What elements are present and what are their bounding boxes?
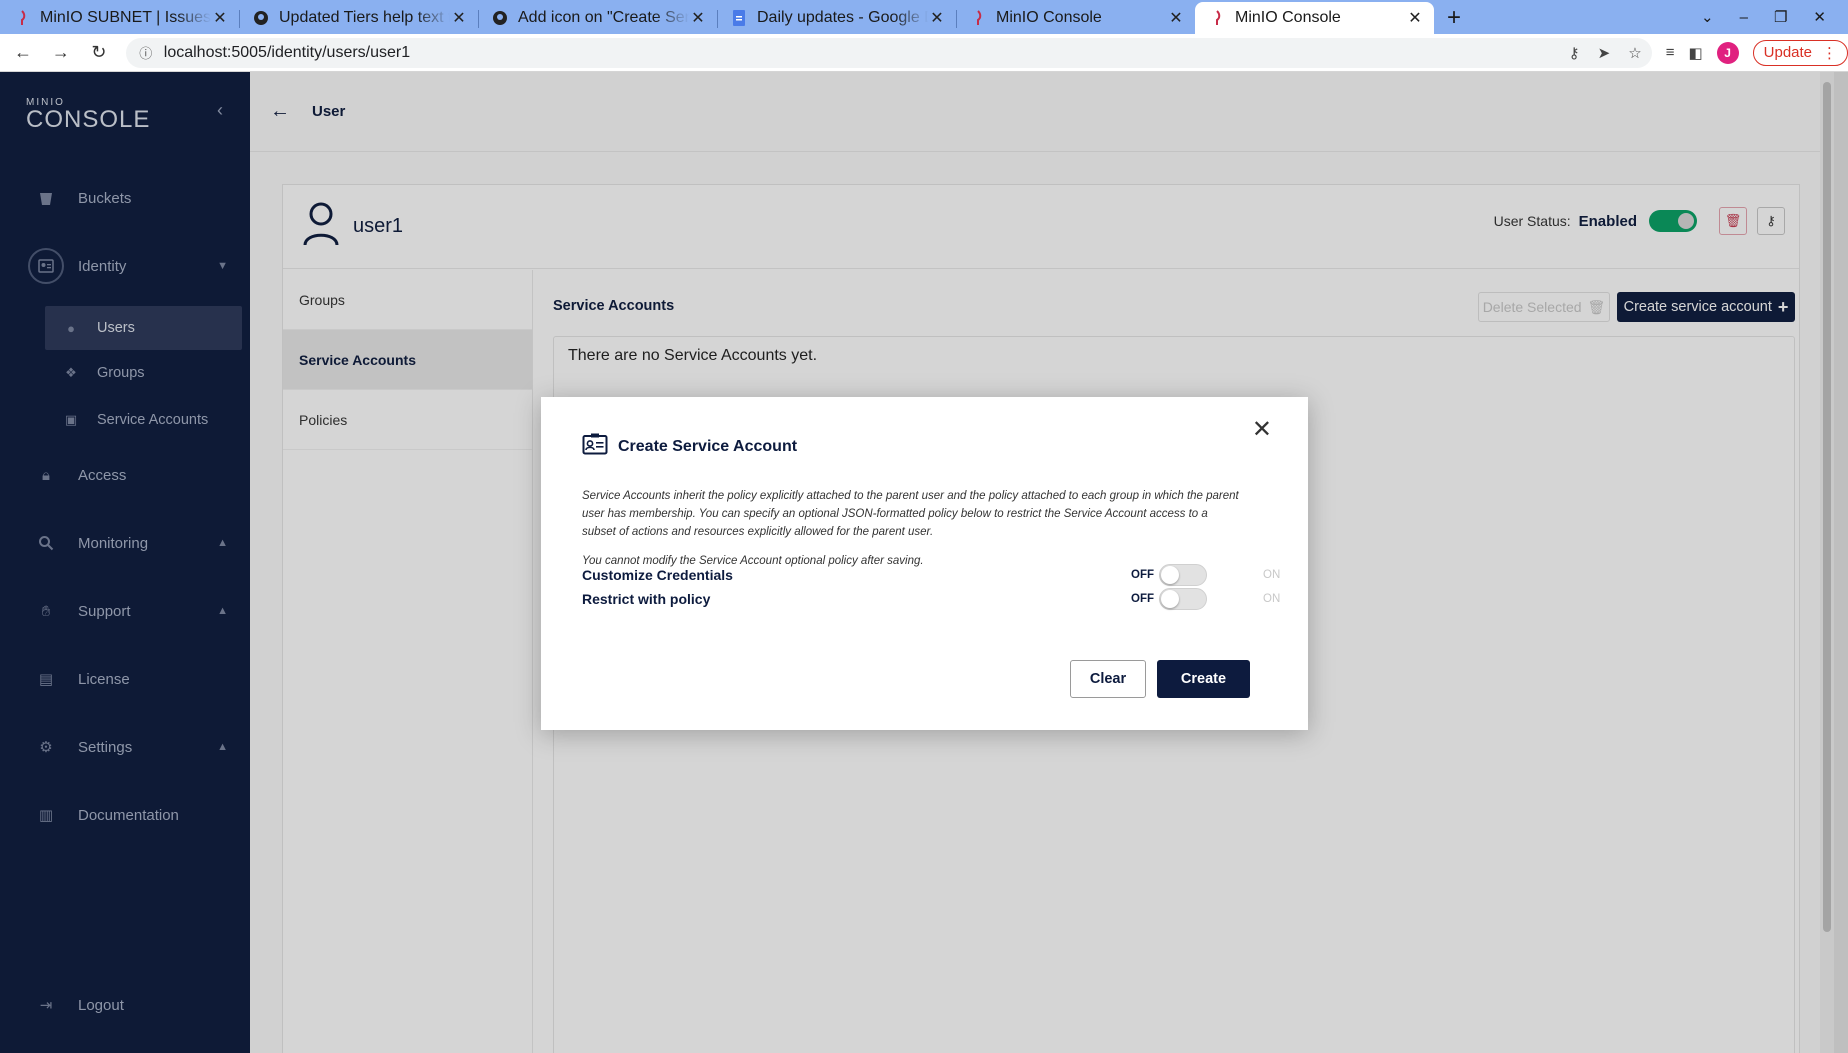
tab-close-icon[interactable]: ✕ (211, 8, 229, 28)
minio-favicon-icon (970, 10, 986, 26)
google-docs-favicon-icon (731, 10, 747, 26)
minimize-icon[interactable]: – (1740, 9, 1748, 26)
url-input[interactable]: ⓘ localhost:5005/identity/users/user1 ⚷ … (125, 37, 1652, 68)
toggle-on-label: ON (1263, 593, 1281, 605)
tab-title: Daily updates - Google Do (757, 9, 928, 26)
toggle-off-label: OFF (1131, 593, 1154, 605)
url-text: localhost:5005/identity/users/user1 (163, 43, 411, 61)
browser-tab[interactable]: MinIO SUBNET | Issues #5 ✕ (0, 2, 239, 34)
dialog-title-text: Create Service Account (618, 437, 798, 455)
service-account-icon (582, 433, 618, 460)
side-panel-icon[interactable]: ◧ (1688, 44, 1702, 62)
new-tab-icon[interactable]: + (1434, 2, 1474, 34)
create-service-account-dialog: ✕ Create Service Account Service Account… (541, 397, 1308, 730)
tab-title: Add icon on "Create Servic (518, 9, 689, 26)
browser-tab-active[interactable]: MinIO Console ✕ (1195, 2, 1434, 34)
forward-icon[interactable]: → (46, 42, 76, 63)
restrict-with-policy-label: Restrict with policy (582, 591, 711, 607)
github-favicon-icon (253, 10, 269, 26)
profile-avatar[interactable]: J (1716, 41, 1739, 64)
tab-close-icon[interactable]: ✕ (1406, 8, 1424, 28)
back-icon[interactable]: ← (8, 42, 38, 63)
tab-title: MinIO Console (1235, 9, 1341, 26)
reload-icon[interactable]: ↻ (84, 42, 114, 63)
browser-tab[interactable]: Daily updates - Google Do ✕ (717, 2, 956, 34)
tab-close-icon[interactable]: ✕ (1167, 8, 1185, 28)
restore-icon[interactable]: ❐ (1774, 8, 1787, 26)
close-icon[interactable]: ✕ (1252, 415, 1272, 444)
toggle-on-label: ON (1263, 569, 1281, 581)
dialog-description: Service Accounts inherit the policy expl… (582, 490, 1239, 538)
customize-credentials-toggle[interactable] (1159, 564, 1207, 586)
tab-title: Updated Tiers help text fo (279, 9, 450, 26)
update-label: Update (1763, 44, 1813, 61)
browser-tab-strip: MinIO SUBNET | Issues #5 ✕ Updated Tiers… (0, 0, 1848, 34)
reading-list-icon[interactable]: ≡ (1666, 44, 1675, 61)
create-button[interactable]: Create (1157, 660, 1250, 698)
site-info-icon[interactable]: ⓘ (136, 43, 156, 62)
customize-credentials-label: Customize Credentials (582, 567, 733, 583)
tab-title: MinIO SUBNET | Issues #5 (40, 9, 211, 26)
minio-favicon-icon (14, 10, 30, 26)
window-controls: ⌄ – ❐ ✕ (1701, 0, 1848, 34)
bookmark-star-icon[interactable]: ☆ (1628, 44, 1641, 62)
toggle-off-label: OFF (1131, 569, 1154, 581)
browser-tab[interactable]: MinIO Console ✕ (956, 2, 1195, 34)
dialog-title: Create Service Account (582, 433, 797, 460)
tab-close-icon[interactable]: ✕ (450, 8, 468, 28)
tab-close-icon[interactable]: ✕ (928, 8, 946, 28)
customize-credentials-row: Customize Credentials OFF ON (582, 564, 1280, 586)
close-window-icon[interactable]: ✕ (1813, 8, 1826, 26)
browser-update-button[interactable]: Update ⋮ (1752, 39, 1848, 66)
clear-button[interactable]: Clear (1070, 660, 1146, 698)
restrict-with-policy-row: Restrict with policy OFF ON (582, 588, 1280, 610)
tab-title: MinIO Console (996, 9, 1102, 26)
github-favicon-icon (492, 10, 508, 26)
tab-close-icon[interactable]: ✕ (689, 8, 707, 28)
browser-tab[interactable]: Updated Tiers help text fo ✕ (239, 2, 478, 34)
share-icon[interactable]: ➤ (1598, 44, 1611, 62)
address-bar: ← → ↻ ⓘ localhost:5005/identity/users/us… (0, 34, 1848, 72)
minio-favicon-icon (1209, 10, 1225, 26)
browser-tab[interactable]: Add icon on "Create Servic ✕ (478, 2, 717, 34)
key-icon[interactable]: ⚷ (1569, 44, 1580, 62)
kebab-menu-icon: ⋮ (1822, 44, 1838, 62)
tab-search-icon[interactable]: ⌄ (1701, 8, 1714, 26)
restrict-with-policy-toggle[interactable] (1159, 588, 1207, 610)
